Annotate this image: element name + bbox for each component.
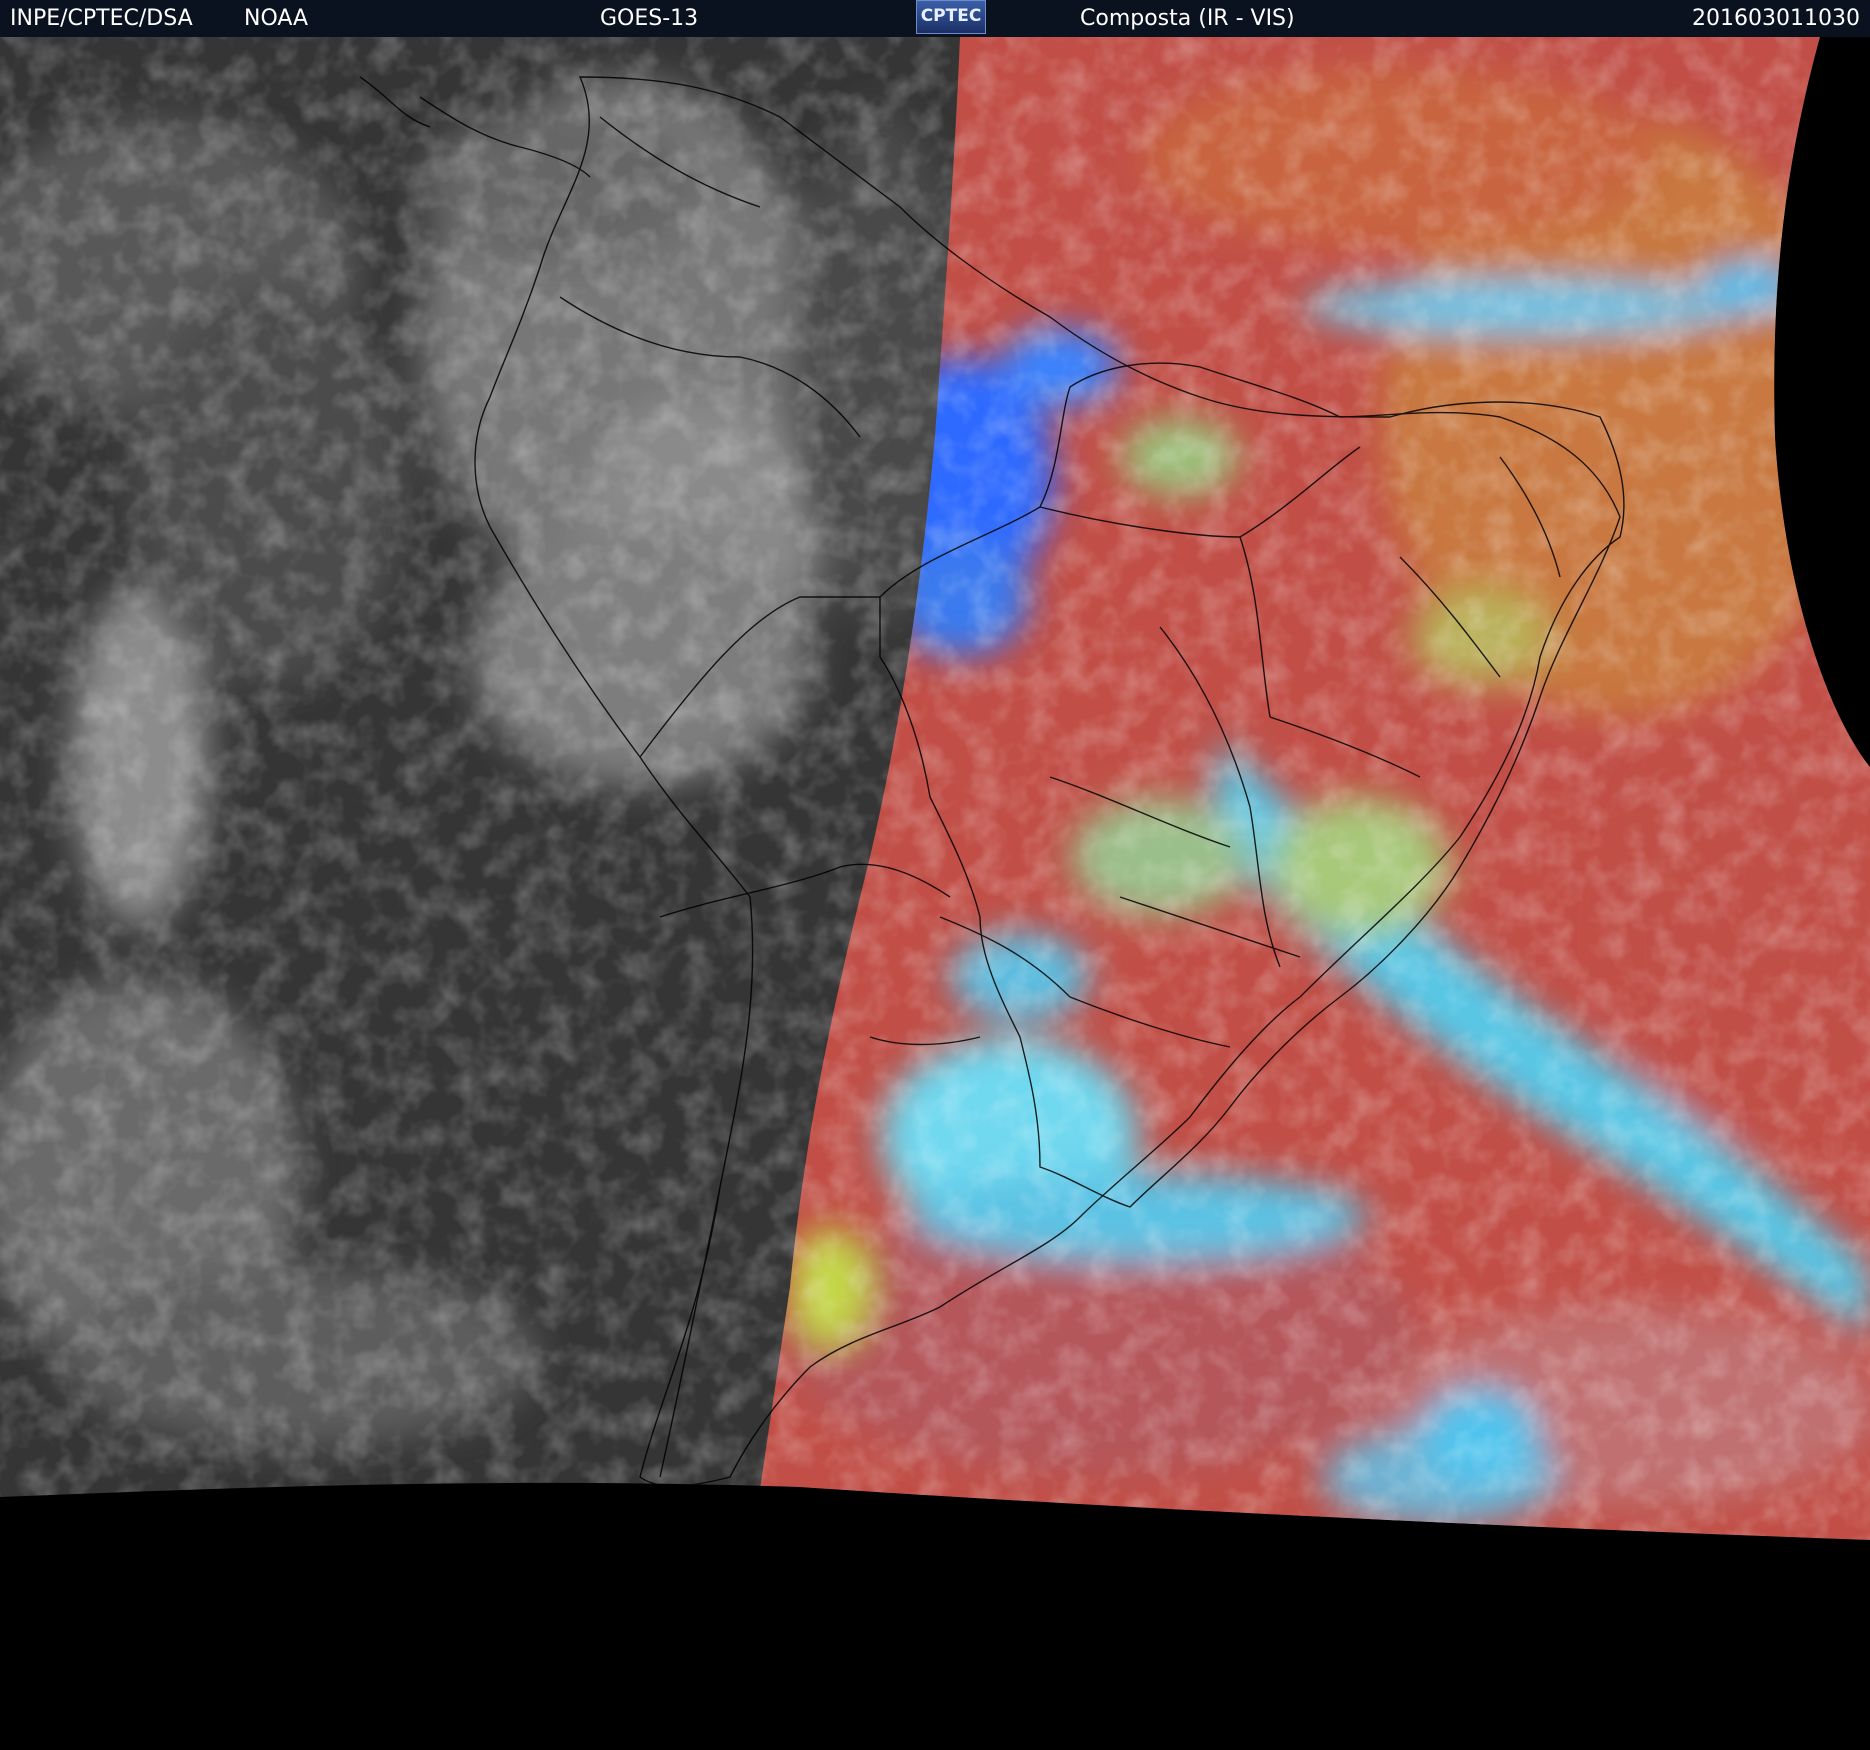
source-label: NOAA [244,6,309,31]
satellite-composite-image [0,37,1870,1540]
title-bar: INPE/CPTEC/DSA NOAA GOES-13 CPTEC Compos… [0,0,1870,37]
agency-label: INPE/CPTEC/DSA [10,6,193,31]
earth-disk [0,37,1870,1540]
product-label: Composta (IR - VIS) [1080,6,1295,31]
timestamp-label: 201603011030 [1692,6,1860,31]
satellite-label: GOES-13 [600,6,699,31]
cptec-logo: CPTEC [916,0,986,34]
